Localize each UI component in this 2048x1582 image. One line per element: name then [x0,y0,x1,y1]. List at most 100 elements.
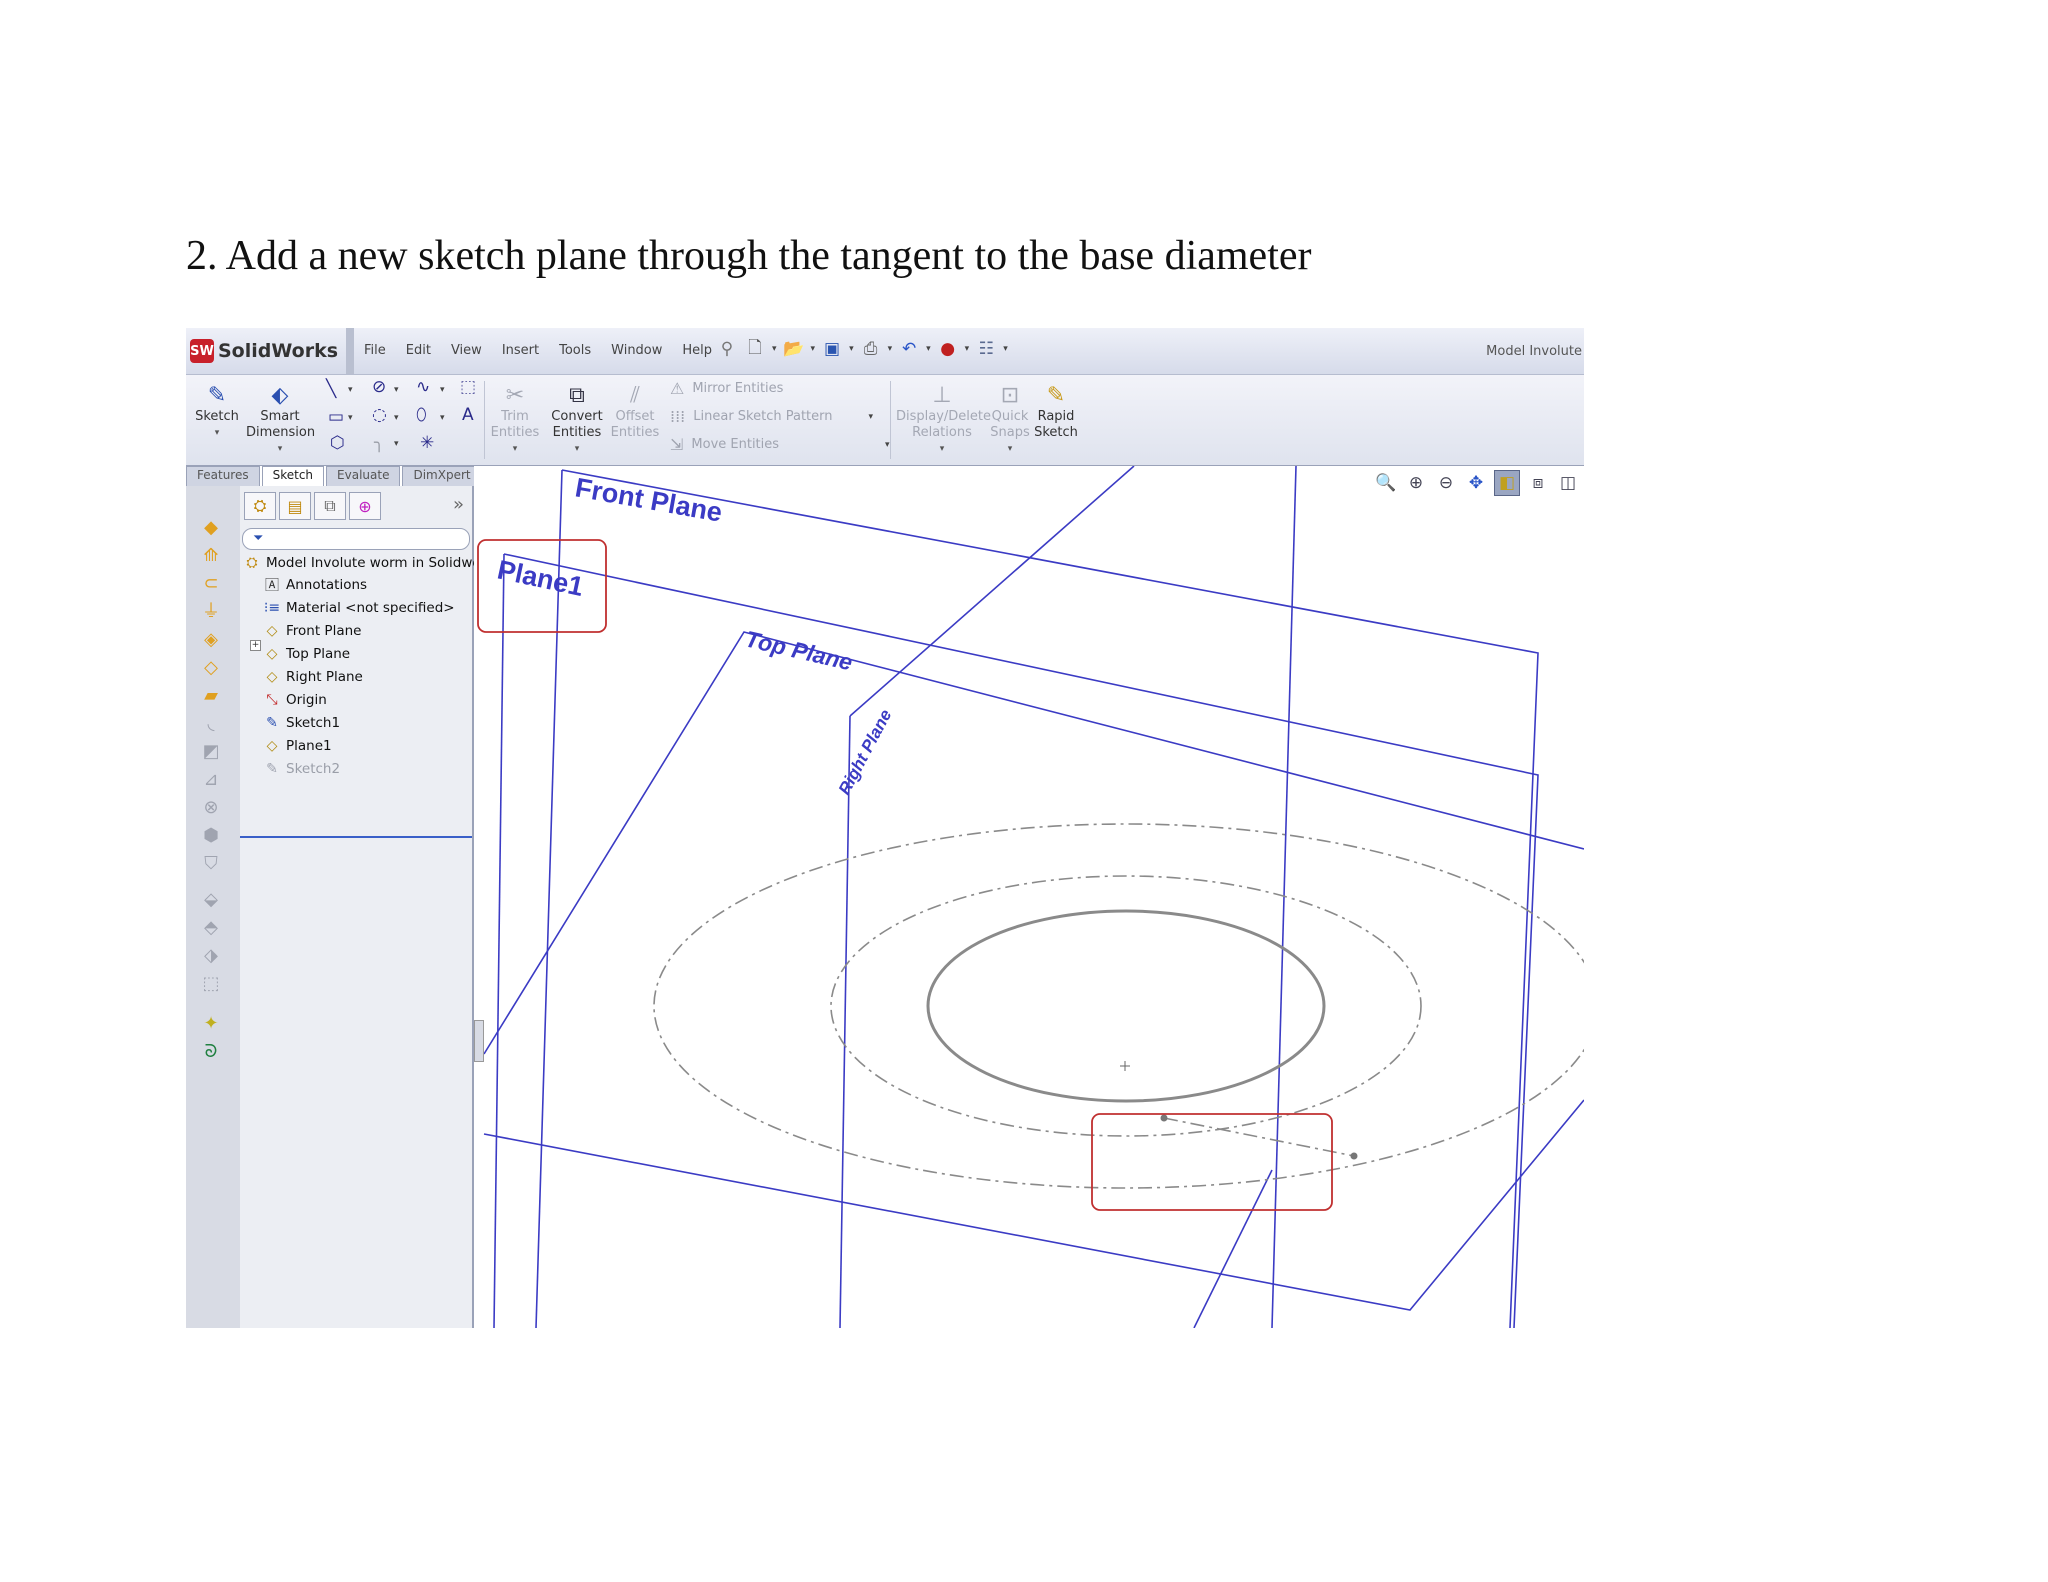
menu-file[interactable]: File [364,343,386,358]
linear-pattern-dropdown-icon[interactable]: ▾ [869,412,874,422]
quick-snaps-dropdown-icon[interactable]: ▾ [990,441,1030,457]
chamfer-icon[interactable]: ◩ [198,740,224,764]
revolved-cut-icon[interactable]: ◇ [198,656,224,680]
grid-snap-icon[interactable]: ⬚ [460,377,476,397]
shell-icon[interactable]: ⊗ [198,796,224,820]
menu-window[interactable]: Window [611,343,662,358]
circle-dropdown-icon[interactable]: ▾ [394,385,399,395]
menu-insert[interactable]: Insert [502,343,539,358]
property-manager-tab-icon[interactable]: ▤ [279,492,311,520]
tree-item-top-plane[interactable]: ◇ Top Plane [262,643,351,665]
save-dropdown-icon[interactable]: ▾ [849,344,854,354]
rectangle-dropdown-icon[interactable]: ▾ [348,413,353,423]
tree-item-right-plane[interactable]: ◇ Right Plane [262,666,363,688]
circular-pattern-icon[interactable]: ⬘ [198,916,224,940]
quick-snaps-button[interactable]: ⊡ Quick Snaps ▾ [990,383,1030,457]
print-dropdown-icon[interactable]: ▾ [888,344,893,354]
spline-icon[interactable]: ∿ [416,377,430,397]
options-dropdown-icon[interactable]: ▾ [1003,344,1008,354]
tree-item-annotations[interactable]: 🄰 Annotations [262,574,367,596]
reference-geometry-icon[interactable]: ✦ [198,1012,224,1036]
rollback-bar[interactable] [240,836,472,838]
rectangle-icon[interactable]: ▭ [328,407,344,427]
menu-edit[interactable]: Edit [406,343,431,358]
display-delete-relations-button[interactable]: ⊥ Display/Delete Relations ▾ [896,383,991,457]
undo-dropdown-icon[interactable]: ▾ [926,344,931,354]
ellipse-icon[interactable]: ⬯ [416,405,427,425]
offset-entities-button[interactable]: ⫽ Offset Entities [610,383,660,441]
line-icon[interactable]: ╲ [326,379,336,399]
feature-tree-tab-icon[interactable]: ⛭ [244,492,276,520]
move-dropdown-icon[interactable]: ▾ [885,440,890,450]
tab-evaluate[interactable]: Evaluate [326,466,401,486]
pin-icon[interactable]: ⚲ [716,338,738,360]
trim-dropdown-icon[interactable]: ▾ [490,441,540,457]
spline-dropdown-icon[interactable]: ▾ [440,385,445,395]
tree-item-plane1[interactable]: ◇ Plane1 [262,735,332,757]
tab-features[interactable]: Features [186,466,260,486]
helix-icon[interactable]: ᘐ [198,1040,224,1064]
feature-filter-input[interactable]: ⏷ [242,528,470,550]
mirror-entities-button[interactable]: ⚠ Mirror Entities [670,379,783,398]
menu-help[interactable]: Help [682,343,712,358]
zoom-to-fit-icon[interactable]: 🔍 [1374,471,1398,495]
sketch-button[interactable]: ✎ Sketch ▾ [194,383,240,441]
ellipse-dropdown-icon[interactable]: ▾ [440,413,445,423]
tab-dimxpert[interactable]: DimXpert [402,466,482,486]
fillet-icon[interactable]: ╮ [374,433,384,453]
print-icon[interactable]: ⎙ [860,338,882,360]
text-icon[interactable]: A [462,405,474,425]
zoom-to-area-icon[interactable]: ⊕ [1404,471,1428,495]
rapid-sketch-button[interactable]: ✎ Rapid Sketch [1032,383,1080,441]
open-dropdown-icon[interactable]: ▾ [811,344,816,354]
tree-item-material[interactable]: ⁝≡ Material <not specified> [262,597,455,619]
new-dropdown-icon[interactable]: ▾ [772,344,777,354]
fillet-feature-icon[interactable]: ◟ [198,712,224,736]
tree-item-root[interactable]: ⛭ Model Involute worm in Solidworks [242,552,501,574]
rib-icon[interactable]: ⊿ [198,768,224,792]
relations-dropdown-icon[interactable]: ▾ [896,441,988,457]
linear-sketch-pattern-button[interactable]: ⁞⁞⁞ Linear Sketch Pattern ▾ [670,407,873,426]
polygon-icon[interactable]: ⬡ [330,433,345,453]
swept-boss-icon[interactable]: ⊂ [198,572,224,596]
expand-panel-icon[interactable]: » [453,494,464,515]
tree-item-sketch2[interactable]: ✎ Sketch2 [262,758,340,780]
curves-icon[interactable]: ⬚ [198,972,224,996]
swept-cut-icon[interactable]: ▰ [198,684,224,708]
dimxpert-manager-tab-icon[interactable]: ⊕ [349,492,381,520]
tree-item-origin[interactable]: ⤡ Origin [262,689,326,711]
circle-icon[interactable]: ⊘ [372,377,386,397]
view-orientation-icon[interactable]: ⧈ [1526,471,1550,495]
pan-icon[interactable]: ✥ [1464,471,1488,495]
options-icon[interactable]: ☷ [975,338,997,360]
extruded-boss-icon[interactable]: ◆ [198,516,224,540]
line-dropdown-icon[interactable]: ▾ [348,385,353,395]
open-folder-icon[interactable]: 📂 [783,338,805,360]
undo-icon[interactable]: ↶ [898,338,920,360]
smart-dimension-button[interactable]: ⬖ Smart Dimension ▾ [246,383,315,457]
fillet-dropdown-icon[interactable]: ▾ [394,439,399,449]
move-entities-button[interactable]: ⇲ Move Entities ▾ [670,435,890,454]
section-view-icon[interactable]: ◫ [1556,471,1580,495]
rebuild-dropdown-icon[interactable]: ▾ [965,344,970,354]
convert-dropdown-icon[interactable]: ▾ [546,441,608,457]
previous-view-icon[interactable]: ⊖ [1434,471,1458,495]
arc-icon[interactable]: ◌ [372,405,387,425]
point-icon[interactable]: ✳ [420,433,434,453]
convert-entities-button[interactable]: ⧉ Convert Entities ▾ [546,383,608,457]
expand-annotations-icon[interactable]: + [250,640,261,651]
linear-pattern-feature-icon[interactable]: ⬙ [198,888,224,912]
lofted-boss-icon[interactable]: ⏚ [198,600,224,624]
tree-item-sketch1[interactable]: ✎ Sketch1 [262,712,340,734]
menu-view[interactable]: View [451,343,482,358]
display-style-icon[interactable]: ◧ [1494,470,1520,496]
draft-icon[interactable]: ⬢ [198,824,224,848]
menu-tools[interactable]: Tools [559,343,591,358]
tree-item-front-plane[interactable]: ◇ Front Plane [262,620,362,642]
new-document-icon[interactable]: 🗋 [744,338,766,360]
graphics-viewport[interactable]: Front Plane Plane1 Top Plane Right Plane… [474,466,1584,1328]
mirror-feature-icon[interactable]: ⬗ [198,944,224,968]
revolved-boss-icon[interactable]: ⟰ [198,544,224,568]
configuration-manager-tab-icon[interactable]: ⧉ [314,492,346,520]
smart-dimension-dropdown-icon[interactable]: ▾ [246,441,314,457]
